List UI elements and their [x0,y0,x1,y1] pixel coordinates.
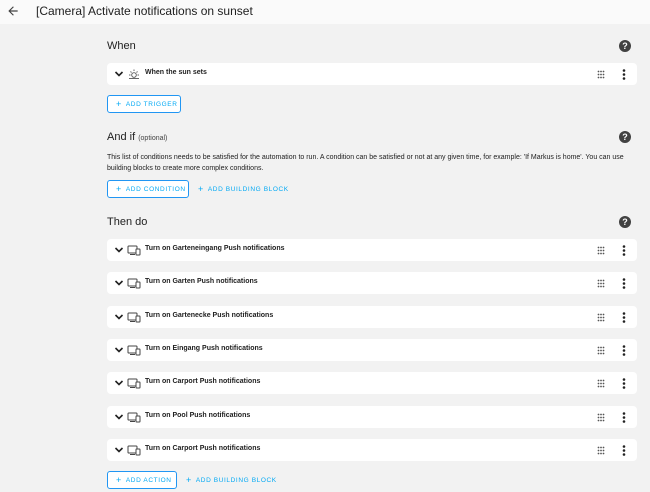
trigger-row[interactable]: When the sun sets [107,63,637,85]
action-row[interactable]: Turn on Garteneingang Push notifications [107,239,637,261]
arrow-left-icon[interactable] [6,4,20,18]
drag-handle-icon[interactable] [597,446,605,455]
add-trigger-button[interactable]: + ADD TRIGGER [107,95,181,113]
chevron-down-icon[interactable] [114,345,124,355]
action-row[interactable]: Turn on Garten Push notifications [107,272,637,294]
action-row[interactable]: Turn on Pool Push notifications [107,406,637,428]
device-icon [127,278,141,289]
conditions-description: This list of conditions needs to be sati… [107,154,624,172]
more-vert-icon[interactable] [622,412,626,423]
chevron-down-icon[interactable] [114,378,124,388]
sun-icon [129,69,139,79]
action-label: Turn on Carport Push notifications [145,445,261,452]
action-label: Turn on Gartenecke Push notifications [145,312,274,319]
and-if-label: And if [107,131,136,143]
chevron-down-icon[interactable] [114,69,124,79]
optional-label: (optional) [138,135,168,142]
device-icon [127,345,141,356]
device-icon [127,245,141,256]
action-label: Turn on Garten Push notifications [145,278,258,285]
device-icon [127,378,141,389]
chevron-down-icon[interactable] [114,278,124,288]
more-vert-icon[interactable] [622,278,626,289]
section-heading-when: When [107,40,136,52]
more-vert-icon[interactable] [622,69,626,80]
drag-handle-icon[interactable] [597,379,605,388]
help-circle-icon[interactable]: ? [619,40,631,52]
top-bar: [Camera] Activate notifications on sunse… [0,0,650,24]
drag-handle-icon[interactable] [597,70,605,79]
device-icon [127,312,141,323]
drag-handle-icon[interactable] [597,313,605,322]
chevron-down-icon[interactable] [114,312,124,322]
action-row[interactable]: Turn on Carport Push notifications [107,372,637,394]
page-title: [Camera] Activate notifications on sunse… [36,4,253,18]
drag-handle-icon[interactable] [597,279,605,288]
chevron-down-icon[interactable] [114,445,124,455]
chevron-down-icon[interactable] [114,412,124,422]
action-label: Turn on Pool Push notifications [145,412,251,419]
add-condition-button[interactable]: + ADD CONDITION [107,180,189,198]
drag-handle-icon[interactable] [597,346,605,355]
drag-handle-icon[interactable] [597,246,605,255]
section-heading-then-do: Then do [107,216,148,228]
chevron-down-icon[interactable] [114,245,124,255]
add-building-block-button[interactable]: + ADD BUILDING BLOCK [198,181,289,199]
action-label: Turn on Carport Push notifications [145,378,261,385]
add-building-block-button[interactable]: + ADD BUILDING BLOCK [186,472,277,490]
more-vert-icon[interactable] [622,378,626,389]
device-icon [127,445,141,456]
action-label: Turn on Eingang Push notifications [145,345,263,352]
device-icon [127,412,141,423]
section-heading-and-if: And if (optional) [107,131,167,143]
add-action-button[interactable]: + ADD ACTION [107,471,177,489]
more-vert-icon[interactable] [622,245,626,256]
more-vert-icon[interactable] [622,312,626,323]
action-row[interactable]: Turn on Eingang Push notifications [107,339,637,361]
action-label: Turn on Garteneingang Push notifications [145,245,285,252]
drag-handle-icon[interactable] [597,413,605,422]
more-vert-icon[interactable] [622,445,626,456]
help-circle-icon[interactable]: ? [619,131,631,143]
trigger-label: When the sun sets [145,69,207,76]
action-row[interactable]: Turn on Carport Push notifications [107,439,637,461]
more-vert-icon[interactable] [622,345,626,356]
action-row[interactable]: Turn on Gartenecke Push notifications [107,306,637,328]
help-circle-icon[interactable]: ? [619,216,631,228]
